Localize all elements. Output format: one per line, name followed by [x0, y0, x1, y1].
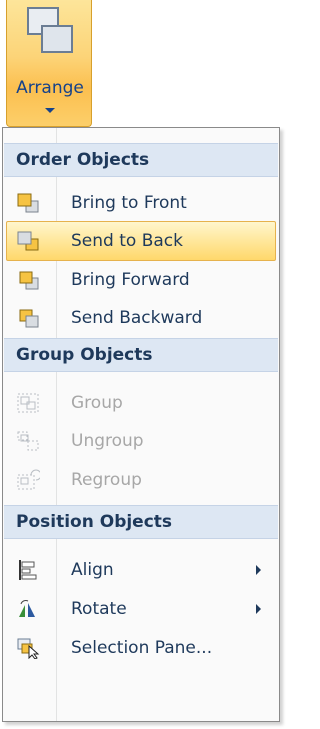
- bring-forward-icon: [19, 271, 39, 290]
- menu-item-label: Regroup: [71, 470, 142, 490]
- regroup-icon: [17, 469, 40, 490]
- menu-item-bring-to-front[interactable]: Bring to Front: [6, 183, 276, 223]
- arrange-dropdown-menu: Order Objects Bring to Front Send to Bac…: [2, 127, 280, 722]
- menu-item-label: Selection Pane...: [71, 638, 213, 658]
- menu-item-label: Ungroup: [71, 431, 144, 451]
- bring-to-front-icon: [17, 193, 39, 213]
- arrange-button[interactable]: Arrange: [6, 0, 92, 127]
- menu-item-regroup: Regroup: [6, 460, 276, 500]
- menu-item-label: Align: [71, 560, 114, 580]
- menu-item-rotate[interactable]: Rotate: [6, 589, 276, 629]
- menu-item-ungroup: Ungroup: [6, 421, 276, 461]
- send-to-back-icon: [17, 231, 39, 251]
- submenu-arrow-icon: [256, 565, 261, 575]
- align-icon: [19, 560, 37, 580]
- rotate-icon: [19, 600, 35, 617]
- menu-item-group: Group: [6, 383, 276, 423]
- selection-pane-icon: [17, 638, 40, 659]
- menu-item-send-backward[interactable]: Send Backward: [6, 298, 276, 338]
- menu-item-send-to-back[interactable]: Send to Back: [6, 221, 276, 261]
- submenu-arrow-icon: [256, 604, 261, 614]
- menu-item-label: Bring Forward: [71, 270, 190, 290]
- menu-item-label: Group: [71, 393, 123, 413]
- menu-item-label: Send Backward: [71, 308, 203, 328]
- arrange-icon: [27, 7, 73, 53]
- menu-item-label: Send to Back: [71, 231, 183, 251]
- menu-item-selection-pane[interactable]: Selection Pane...: [6, 628, 276, 668]
- chevron-down-icon: [45, 108, 55, 113]
- menu-item-label: Rotate: [71, 599, 127, 619]
- section-header-group-objects: Group Objects: [4, 338, 278, 372]
- send-backward-icon: [19, 309, 39, 328]
- section-header-position-objects: Position Objects: [4, 505, 278, 539]
- menu-item-align[interactable]: Align: [6, 550, 276, 590]
- section-header-order-objects: Order Objects: [4, 143, 278, 177]
- menu-item-bring-forward[interactable]: Bring Forward: [6, 260, 276, 300]
- ungroup-icon: [17, 431, 39, 451]
- arrange-label: Arrange: [16, 78, 84, 98]
- group-icon: [17, 393, 39, 413]
- menu-item-label: Bring to Front: [71, 193, 187, 213]
